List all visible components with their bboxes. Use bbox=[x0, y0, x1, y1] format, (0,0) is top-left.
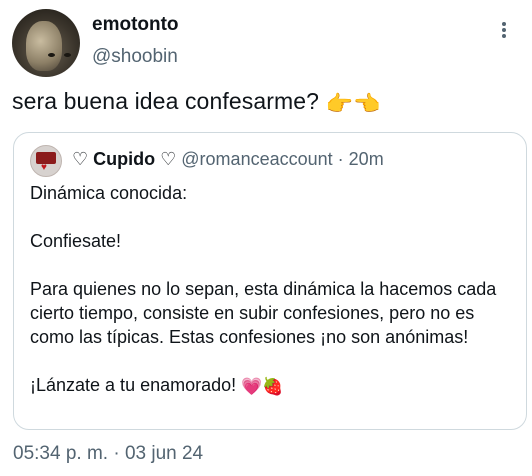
tweet-text: sera buena idea confesarme? 👉👈 bbox=[12, 88, 381, 117]
quoted-author-handle[interactable]: @romanceaccount bbox=[181, 149, 332, 169]
quoted-tweet-body: Dinámica conocida: Confiesate! Para quie… bbox=[30, 181, 516, 399]
quoted-tweet-time[interactable]: 20m bbox=[349, 149, 384, 169]
quoted-tweet-header: ♡ Cupido ♡ @romanceaccount · 20m bbox=[72, 149, 384, 170]
quoted-tweet-card[interactable]: ♥ ♡ Cupido ♡ @romanceaccount · 20m Dinám… bbox=[13, 132, 527, 430]
quoted-line-text: ¡Lánzate a tu enamorado! bbox=[30, 375, 237, 395]
quoted-line-last: ¡Lánzate a tu enamorado! 💗🍓 bbox=[30, 373, 516, 399]
tweet-timestamp[interactable]: 05:34 p. m. · 03 jun 24 bbox=[13, 443, 203, 465]
heart-strawberry-emoji: 💗🍓 bbox=[241, 377, 284, 396]
avatar-heart-icon: ♥ bbox=[41, 162, 47, 173]
quoted-line: Confiesate! bbox=[30, 231, 122, 251]
avatar-eye-right bbox=[64, 53, 71, 57]
tweet-text-content: sera buena idea confesarme? bbox=[12, 88, 320, 114]
quoted-author-name[interactable]: ♡ Cupido ♡ bbox=[72, 149, 176, 169]
avatar-face bbox=[26, 21, 71, 71]
quoted-author-avatar[interactable]: ♥ bbox=[30, 145, 62, 177]
author-handle[interactable]: @shoobin bbox=[92, 46, 178, 68]
header-separator: · bbox=[337, 149, 344, 169]
avatar-eye-left bbox=[48, 53, 55, 57]
quoted-line: Dinámica conocida: bbox=[30, 183, 188, 203]
author-avatar[interactable] bbox=[12, 9, 80, 77]
author-display-name[interactable]: emotonto bbox=[92, 14, 179, 36]
tweet: emotonto @shoobin sera buena idea confes… bbox=[0, 0, 532, 476]
more-vertical-icon[interactable] bbox=[496, 20, 512, 44]
quoted-line: Para quienes no lo sepan, esta dinámica … bbox=[30, 279, 497, 347]
pointing-hands-emoji: 👉👈 bbox=[325, 91, 381, 116]
